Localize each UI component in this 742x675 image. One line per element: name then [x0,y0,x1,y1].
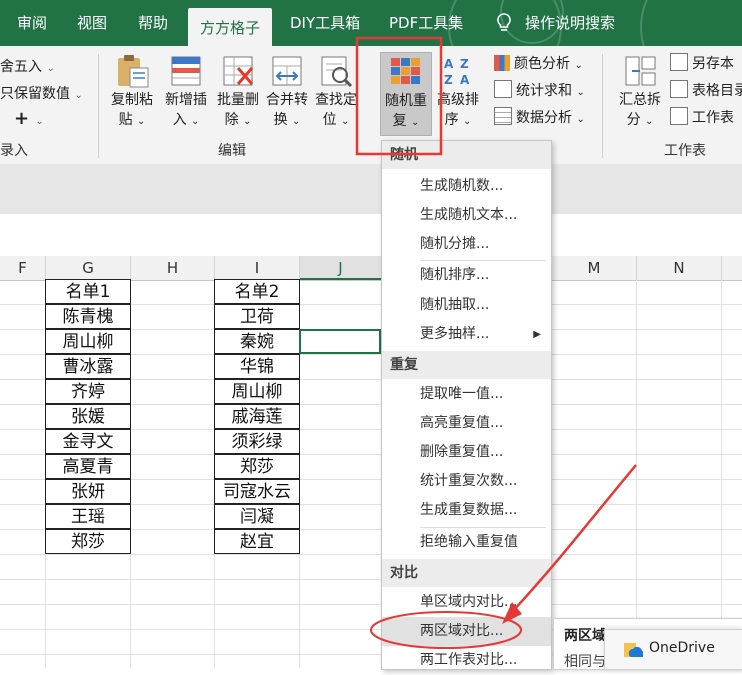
annotation-overlay [355,36,637,649]
annotation-arrow-line [511,464,637,613]
annotation-highlight-box [355,36,443,156]
annotation-highlight-ellipse [370,611,522,649]
